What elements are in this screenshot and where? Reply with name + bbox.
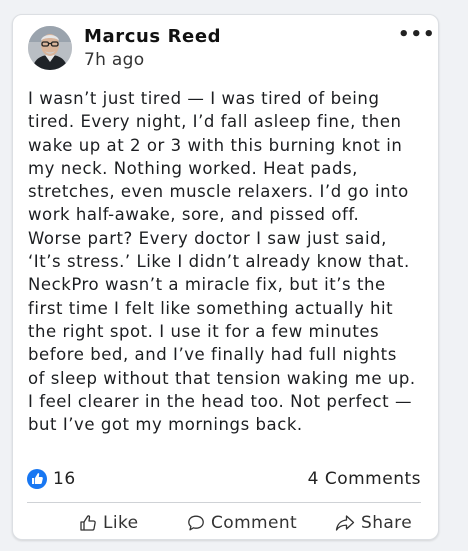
post-text-line: wake up at 2 or 3 with this burning knot… [28, 135, 403, 155]
author-name[interactable]: Marcus Reed [84, 26, 221, 47]
share-arrow-icon [335, 515, 355, 531]
post-text-line: ‘It’s stress.’ Like I didn’t already kno… [28, 252, 410, 272]
post-actions: Like Comment Share [27, 511, 421, 535]
post-stats: 16 4 Comments [27, 467, 421, 493]
thumbs-up-icon [27, 469, 47, 489]
divider [27, 502, 421, 503]
speech-bubble-icon [188, 515, 204, 531]
post-text-line: I feel clearer in the head too. Not perf… [28, 391, 413, 411]
post-timestamp[interactable]: 7h ago [84, 50, 144, 70]
like-button-label: Like [103, 513, 139, 533]
post-text-line: tired. Every night, I’d fall asleep fine… [28, 112, 402, 132]
post-text-line: but I’ve got my mornings back. [28, 415, 303, 435]
post-card: Marcus Reed 7h ago ••• I wasn’t just tir… [12, 14, 439, 540]
post-text-line: of sleep without that tension waking me … [28, 368, 416, 388]
comments-count[interactable]: 4 Comments [308, 469, 421, 489]
share-button[interactable]: Share [335, 511, 412, 535]
post-text-line: before bed, and I’ve finally had full ni… [28, 345, 397, 365]
post-text-line: my neck. Nothing worked. Heat pads, [28, 158, 358, 178]
post-text-line: stretches, even muscle relaxers. I’d go … [28, 182, 409, 202]
post-text-line: work half-awake, sore, and pissed off. [28, 205, 360, 225]
comment-button-label: Comment [211, 513, 298, 533]
share-button-label: Share [361, 513, 413, 533]
avatar[interactable] [28, 26, 72, 70]
post-text-line: Worse part? Every doctor I saw just said… [28, 228, 387, 248]
thumbs-up-outline-icon [80, 515, 96, 531]
post-body: I wasn’t just tired — I was tired of bei… [28, 87, 438, 436]
more-options-icon[interactable]: ••• [398, 26, 435, 48]
post-text-line: the right spot. I use it for a few minut… [28, 321, 380, 341]
comment-button[interactable]: Comment [187, 511, 297, 535]
post-text-line: NeckPro wasn’t a miracle fix, but it’s t… [28, 275, 386, 295]
post-text-line: first time I felt like something actuall… [28, 298, 394, 318]
post-text-line: I wasn’t just tired — I was tired of bei… [28, 89, 380, 108]
like-count[interactable]: 16 [53, 469, 76, 489]
like-button[interactable]: Like [79, 511, 139, 535]
post-header: Marcus Reed 7h ago ••• [27, 26, 435, 76]
